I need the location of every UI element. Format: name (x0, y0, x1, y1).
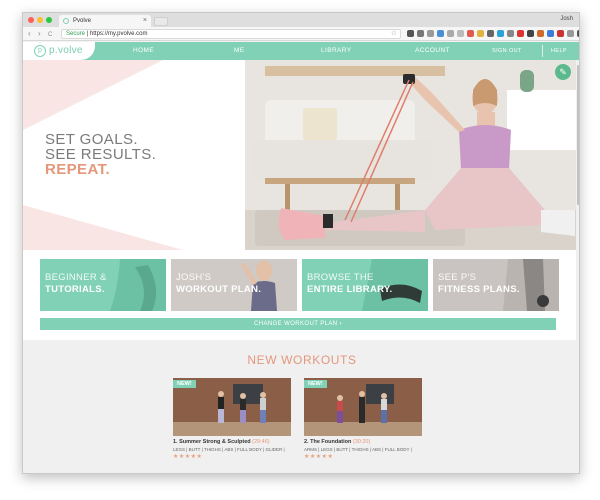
new-badge: NEW! (173, 380, 196, 388)
extension-icon[interactable] (437, 30, 444, 37)
workout-tags: ARMS | LEGS | BUTT | THIGHS | ABS | FULL… (304, 447, 412, 452)
scrollbar-thumb[interactable] (577, 65, 579, 205)
extension-icons (407, 30, 579, 37)
tab-bar: Pvolve × Josh (23, 13, 579, 27)
workout-thumbnail[interactable]: NEW! (173, 378, 291, 436)
edit-pencil-icon[interactable]: ✎ (555, 64, 571, 80)
tile-line-1: JOSH'S (176, 272, 212, 283)
nav-sign-out[interactable]: SIGN OUT (492, 48, 522, 54)
browser-window: Pvolve × Josh ‹ › C Secure | https://my.… (22, 12, 580, 474)
workout-rating-stars: ★★★★★ (173, 454, 203, 460)
pvolve-logo[interactable]: p p.volve (23, 42, 95, 60)
reload-icon[interactable]: C (48, 30, 52, 40)
forward-icon[interactable]: › (38, 29, 41, 39)
workout-card[interactable]: NEW! 2. The Foundation (30:20) ARMS | LE… (304, 378, 422, 460)
extension-icon[interactable] (427, 30, 434, 37)
extension-icon[interactable] (527, 30, 534, 37)
tab-title: Pvolve (73, 18, 92, 24)
tile-fitness-plans[interactable]: SEE P'S FITNESS PLANS. (433, 259, 559, 311)
extension-icon[interactable] (497, 30, 504, 37)
extension-icon[interactable] (547, 30, 554, 37)
workout-length: (30:20) (352, 439, 371, 445)
workout-rating-stars: ★★★★★ (304, 454, 334, 460)
extension-icon[interactable] (447, 30, 454, 37)
close-window-button[interactable] (28, 17, 34, 23)
tile-joshs-workout-plan[interactable]: JOSH'S WORKOUT PLAN. (171, 259, 297, 311)
pvolve-logo-mark-icon: p (34, 45, 46, 57)
plan-tiles: BEGINNER & TUTORIALS. JOSH'S WORKOUT PLA… (23, 250, 579, 340)
extension-icon[interactable] (457, 30, 464, 37)
nav-library[interactable]: LIBRARY (321, 47, 352, 54)
tile-line-2: TUTORIALS. (45, 284, 105, 295)
menu-icon[interactable] (577, 30, 579, 37)
tile-line-2: ENTIRE LIBRARY. (307, 284, 393, 295)
extension-icon[interactable] (537, 30, 544, 37)
workout-tags: LEGS | BUTT | THIGHS | ABS | FULL BODY |… (173, 447, 285, 452)
extension-icon[interactable] (567, 30, 574, 37)
tile-line-1: BEGINNER & (45, 272, 107, 283)
new-workouts-title: NEW WORKOUTS (247, 353, 357, 367)
url-text: https://my.pvolve.com (89, 31, 148, 37)
minimize-window-button[interactable] (37, 17, 43, 23)
hero-photo-illustration (245, 60, 579, 250)
workout-length: (29:46) (252, 439, 270, 445)
extension-icon[interactable] (507, 30, 514, 37)
tile-beginner-tutorials[interactable]: BEGINNER & TUTORIALS. (40, 259, 166, 311)
secure-label: Secure (66, 31, 86, 37)
hero-photo (245, 60, 579, 250)
extension-icon[interactable] (517, 30, 524, 37)
hero-headline: SET GOALS. SEE RESULTS. REPEAT. (45, 132, 156, 177)
extension-icon[interactable] (487, 30, 494, 37)
new-tab-button[interactable] (154, 17, 168, 26)
address-toolbar: ‹ › C Secure | https://my.pvolve.com ☆ (23, 27, 579, 41)
workout-card[interactable]: NEW! 1. Summer Strong & Sculpted (29:46)… (173, 378, 291, 460)
tile-line-2: WORKOUT PLAN. (176, 284, 262, 295)
extension-icon[interactable] (417, 30, 424, 37)
nav-divider (542, 45, 543, 57)
site-nav: p p.volve HOME ME LIBRARY ACCOUNT SIGN O… (23, 42, 579, 60)
extension-icon[interactable] (477, 30, 484, 37)
window-controls (28, 17, 52, 23)
workout-title[interactable]: 1. Summer Strong & Sculpted (29:46) (173, 439, 291, 445)
pvolve-favicon-icon (63, 18, 69, 24)
nav-home[interactable]: HOME (133, 47, 154, 54)
url-bar[interactable]: Secure | https://my.pvolve.com ☆ (61, 29, 401, 39)
new-workouts-section: NEW WORKOUTS NEW! 1. Summer Strong & Scu… (23, 340, 579, 473)
hero-banner: SET GOALS. SEE RESULTS. REPEAT. ✎ (23, 60, 579, 250)
tile-browse-library[interactable]: BROWSE THE ENTIRE LIBRARY. (302, 259, 428, 311)
browser-tab[interactable]: Pvolve × (59, 15, 151, 27)
hero-line-1: SET GOALS. (45, 131, 138, 148)
hero-line-3: REPEAT. (45, 161, 111, 178)
extension-icon[interactable] (557, 30, 564, 37)
bookmark-star-icon[interactable]: ☆ (391, 30, 397, 38)
nav-help[interactable]: HELP (551, 48, 567, 54)
extension-icon[interactable] (467, 30, 474, 37)
hero-line-2: SEE RESULTS. (45, 146, 157, 163)
close-tab-icon[interactable]: × (143, 17, 147, 24)
logo-text: p.volve (49, 45, 83, 56)
workout-thumbnail[interactable]: NEW! (304, 378, 422, 436)
nav-account[interactable]: ACCOUNT (415, 47, 450, 54)
new-badge: NEW! (304, 380, 327, 388)
back-icon[interactable]: ‹ (28, 29, 31, 39)
workout-title[interactable]: 2. The Foundation (30:20) (304, 439, 422, 445)
tile-line-1: BROWSE THE (307, 272, 374, 283)
maximize-window-button[interactable] (46, 17, 52, 23)
change-workout-plan-button[interactable]: CHANGE WORKOUT PLAN › (40, 318, 556, 330)
extension-icon[interactable] (407, 30, 414, 37)
nav-me[interactable]: ME (234, 47, 245, 54)
tile-line-1: SEE P'S (438, 272, 477, 283)
tile-line-2: FITNESS PLANS. (438, 284, 520, 295)
profile-name[interactable]: Josh (560, 16, 573, 22)
